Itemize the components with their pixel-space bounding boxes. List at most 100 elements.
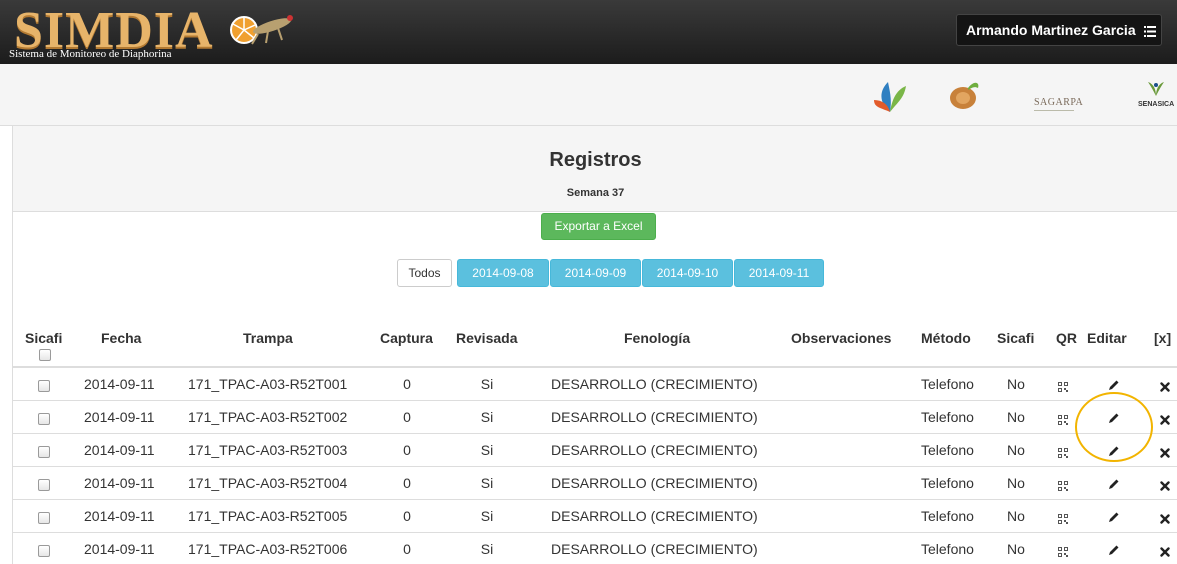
qr-code-icon[interactable] [1058,478,1068,494]
sagarpa-label: SAGARPA [1034,97,1084,108]
col-header-revisada[interactable]: Revisada [456,330,517,346]
trampa-cell: 171_TPAC-A03-R52T003 [188,442,348,458]
sicafi-cell: No [1007,409,1025,425]
filter-date-button[interactable]: 2014-09-09 [550,259,641,287]
delete-x-icon[interactable] [1160,412,1170,428]
filter-date-button[interactable]: 2014-09-11 [734,259,824,287]
psyllid-logo-icon [950,82,979,109]
col-header-trampa[interactable]: Trampa [243,330,293,346]
table-row: 2014-09-11 171_TPAC-A03-R52T006 0 Si DESARRO… [13,533,1177,564]
trampa-cell: 171_TPAC-A03-R52T005 [188,508,348,524]
sicafi-cell: No [1007,376,1025,392]
metodo-cell: Telefono [921,409,974,425]
brand-subtitle: Sistema de Monitoreo de Diaphorina [9,48,172,60]
delete-x-icon[interactable] [1160,445,1170,461]
edit-pencil-icon[interactable] [1108,378,1120,394]
revisada-cell: Si [480,508,494,524]
captura-cell: 0 [403,541,411,557]
fenologia-cell: DESARROLLO (CRECIMIENTO) [551,442,758,458]
table-row: 2014-09-11 171_TPAC-A03-R52T005 0 Si DESARRO… [13,500,1177,533]
col-header-qr: QR [1056,330,1077,346]
col-header-captura[interactable]: Captura [380,330,433,346]
qr-code-icon[interactable] [1058,544,1068,560]
trampa-cell: 171_TPAC-A03-R52T001 [188,376,348,392]
col-header-sicafi[interactable]: Sicafi [997,330,1034,346]
trampa-cell: 171_TPAC-A03-R52T004 [188,475,348,491]
row-select-checkbox[interactable] [38,512,50,524]
table-row: 2014-09-11 171_TPAC-A03-R52T003 0 Si DESARRO… [13,434,1177,467]
metodo-cell: Telefono [921,376,974,392]
sicafi-cell: No [1007,442,1025,458]
trampa-cell: 171_TPAC-A03-R52T006 [188,541,348,557]
qr-code-icon[interactable] [1058,379,1068,395]
records-panel: Registros Semana 37 Exportar a Excel Tod… [12,126,1177,564]
col-header-observaciones[interactable]: Observaciones [791,330,891,346]
captura-cell: 0 [403,376,411,392]
user-name: Armando Martinez Garcia [966,22,1136,38]
qr-code-icon[interactable] [1058,412,1068,428]
col-header-editar: Editar [1087,330,1127,346]
fecha-cell: 2014-09-11 [84,442,155,458]
delete-x-icon[interactable] [1160,478,1170,494]
fenologia-cell: DESARROLLO (CRECIMIENTO) [551,475,758,491]
filter-date-button[interactable]: 2014-09-08 [457,259,549,287]
sicafi-cell: No [1007,541,1025,557]
edit-pencil-icon[interactable] [1108,510,1120,526]
captura-cell: 0 [403,508,411,524]
row-select-checkbox[interactable] [38,413,50,425]
revisada-cell: Si [480,409,494,425]
metodo-cell: Telefono [921,541,974,557]
captura-cell: 0 [403,442,411,458]
row-select-checkbox[interactable] [38,545,50,557]
senasica-label: SENASICA [1138,101,1175,108]
fenologia-cell: DESARROLLO (CRECIMIENTO) [551,409,758,425]
col-header-delete: [x] [1154,330,1172,346]
sagarpa-underline [1034,110,1074,111]
leaf-logo-icon [874,82,906,112]
metodo-cell: Telefono [921,508,974,524]
sicafi-cell: No [1007,508,1025,524]
edit-pencil-icon[interactable] [1108,411,1120,427]
panel-header: Registros Semana 37 [13,126,1177,212]
row-select-checkbox[interactable] [38,446,50,458]
select-all-checkbox[interactable] [39,349,51,361]
revisada-cell: Si [480,376,494,392]
fecha-cell: 2014-09-11 [84,376,155,392]
partner-logos-bar: SAGARPA SENASICA [0,64,1177,126]
table-row: 2014-09-11 171_TPAC-A03-R52T002 0 Si DESARRO… [13,401,1177,434]
week-label: Semana 37 [566,187,625,199]
col-header-metodo[interactable]: Método [921,330,971,346]
user-menu-button[interactable]: Armando Martinez Garcia [956,14,1162,46]
revisada-cell: Si [480,541,494,557]
row-select-checkbox[interactable] [38,479,50,491]
col-header-fenologia[interactable]: Fenología [624,330,690,346]
edit-pencil-icon[interactable] [1108,444,1120,460]
delete-x-icon[interactable] [1160,379,1170,395]
filter-all-button[interactable]: Todos [397,259,452,287]
filter-date-button[interactable]: 2014-09-10 [642,259,733,287]
edit-pencil-icon[interactable] [1108,543,1120,559]
brand-logo[interactable]: SIMDIA Sistema de Monitoreo de Diaphorin… [6,2,306,62]
fecha-cell: 2014-09-11 [84,475,155,491]
col-header-fecha[interactable]: Fecha [101,330,141,346]
revisada-cell: Si [480,442,494,458]
top-navbar: SIMDIA Sistema de Monitoreo de Diaphorin… [0,0,1177,64]
metodo-cell: Telefono [921,442,974,458]
delete-x-icon[interactable] [1160,511,1170,527]
senasica-emblem-icon [1148,82,1164,96]
senasica-logo: SENASICA [1138,80,1174,108]
fecha-cell: 2014-09-11 [84,409,155,425]
export-excel-button[interactable]: Exportar a Excel [541,213,656,240]
col-header-sicafi-select: Sicafi [25,330,63,346]
delete-x-icon[interactable] [1160,544,1170,560]
qr-code-icon[interactable] [1058,445,1068,461]
row-select-checkbox[interactable] [38,380,50,392]
sicafi-cell: No [1007,475,1025,491]
orange-slice-psyllid-icon [230,15,293,45]
table-row: 2014-09-11 171_TPAC-A03-R52T004 0 Si DESARRO… [13,467,1177,500]
metodo-cell: Telefono [921,475,974,491]
page-title: Registros [549,149,642,171]
qr-code-icon[interactable] [1058,511,1068,527]
edit-pencil-icon[interactable] [1108,477,1120,493]
fecha-cell: 2014-09-11 [84,508,155,524]
